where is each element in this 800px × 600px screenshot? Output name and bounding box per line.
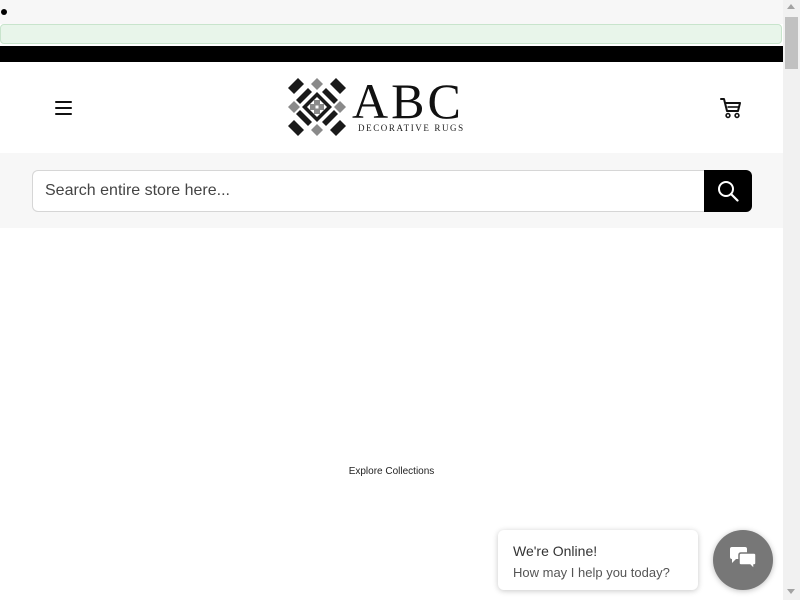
scrollbar-thumb[interactable]	[785, 17, 798, 69]
hamburger-menu-icon-bar	[55, 107, 72, 109]
scroll-up-arrow-icon[interactable]	[787, 4, 795, 9]
chat-bubbles-icon	[730, 547, 757, 571]
vertical-scrollbar[interactable]	[783, 0, 800, 600]
menu-button[interactable]	[52, 98, 76, 118]
site-logo[interactable]: ABC DECORATIVE RUGS	[288, 73, 480, 138]
site-header: ABC DECORATIVE RUGS	[0, 62, 783, 153]
logo-tagline: DECORATIVE RUGS	[358, 123, 465, 133]
scroll-down-arrow-icon[interactable]	[787, 589, 795, 594]
chat-subtitle: How may I help you today?	[513, 565, 670, 580]
page: ABC DECORATIVE RUGS Explor	[0, 0, 783, 600]
chat-greeting-bubble[interactable]: We're Online! How may I help you today?	[498, 530, 698, 590]
explore-collections-link[interactable]: Explore Collections	[0, 466, 783, 477]
cart-button[interactable]	[718, 95, 744, 121]
notice-bar	[0, 24, 782, 44]
search-bar-section	[0, 153, 783, 228]
list-bullet	[1, 9, 7, 15]
chat-title: We're Online!	[513, 543, 598, 559]
shopping-cart-icon	[720, 98, 741, 119]
announcement-bar	[0, 46, 783, 62]
search-button[interactable]	[704, 170, 752, 212]
hamburger-menu-icon-bar	[55, 113, 72, 115]
logo-mark-icon	[288, 78, 346, 136]
logo-wordmark: ABC	[352, 73, 464, 129]
top-list-row	[0, 0, 783, 24]
browser-viewport: ABC DECORATIVE RUGS Explor	[0, 0, 800, 600]
chat-launcher-button[interactable]	[713, 530, 773, 590]
search-input[interactable]	[32, 170, 705, 212]
hamburger-menu-icon	[55, 101, 72, 103]
search-icon	[718, 181, 739, 202]
